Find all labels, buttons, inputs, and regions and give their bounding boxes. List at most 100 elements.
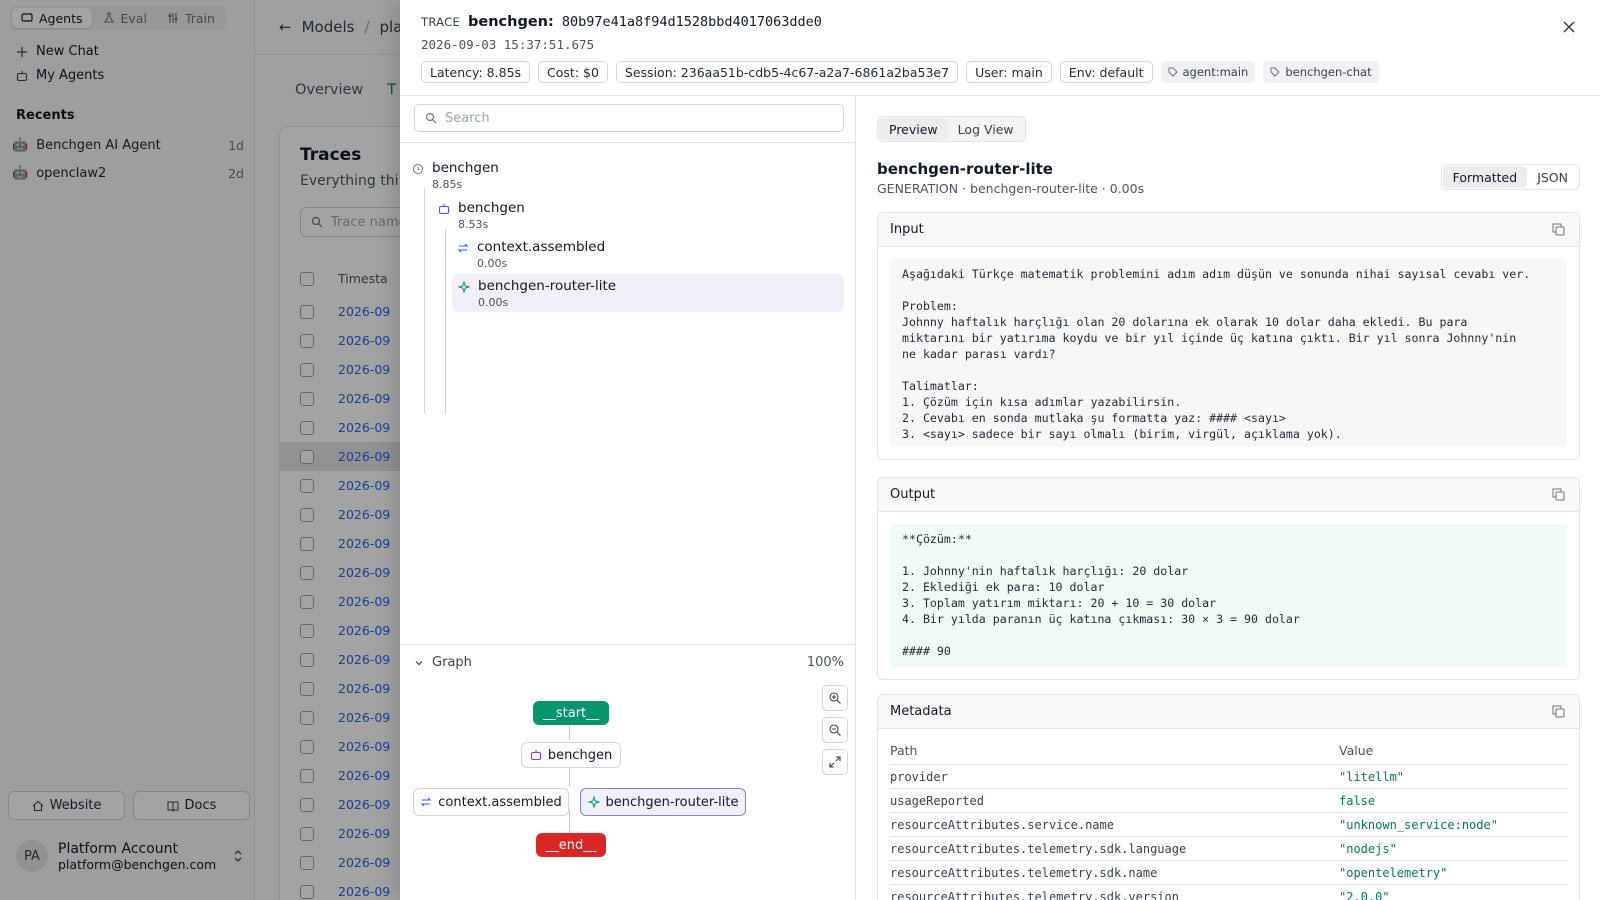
tag-label: agent:main	[1182, 65, 1249, 79]
metadata-row: resourceAttributes.telemetry.sdk.languag…	[890, 837, 1567, 861]
bot-icon	[438, 204, 450, 215]
metadata-value: "nodejs"	[1339, 842, 1397, 856]
output-panel: Output **Çözüm:** 1. Johnny'nin haftalık…	[877, 477, 1580, 680]
graph-node-label: benchgen-router-lite	[605, 794, 739, 810]
input-panel: Input Aşağıdaki Türkçe matematik problem…	[877, 212, 1580, 460]
tag-icon	[1270, 67, 1281, 77]
sparkle-icon	[587, 796, 600, 808]
node-name: context.assembled	[477, 239, 606, 255]
zoom-in-button[interactable]	[822, 685, 848, 711]
copy-icon[interactable]	[1552, 488, 1565, 501]
node-duration: 0.00s	[478, 296, 509, 309]
metadata-row: resourceAttributes.telemetry.sdk.version…	[890, 885, 1567, 900]
chevron-down-icon	[415, 660, 423, 665]
column-value: Value	[1339, 743, 1374, 758]
metadata-value: "unknown_service:node"	[1339, 818, 1498, 832]
graph-node-generation[interactable]: benchgen-router-lite	[580, 788, 746, 816]
metadata-value: "2.0.0"	[1339, 890, 1390, 900]
metadata-path: usageReported	[890, 794, 984, 808]
metadata-path: resourceAttributes.telemetry.sdk.languag…	[890, 842, 1187, 856]
metadata-path: resourceAttributes.telemetry.sdk.name	[890, 866, 1158, 880]
metadata-value: false	[1339, 794, 1376, 808]
tree-node-trace[interactable]: benchgen 8.85s	[412, 160, 499, 191]
env-chip: Env: default	[1059, 61, 1153, 83]
zoom-out-button[interactable]	[822, 717, 848, 743]
metadata-path: resourceAttributes.telemetry.sdk.version	[890, 890, 1179, 900]
metadata-row: usageReported false	[890, 789, 1567, 813]
tree-node-generation[interactable]: benchgen-router-lite 0.00s	[452, 274, 844, 312]
output-label: Output	[890, 487, 936, 502]
fit-view-button[interactable]	[822, 749, 848, 775]
node-name: benchgen	[432, 160, 499, 176]
tab-log-view[interactable]: Log View	[948, 118, 1024, 140]
copy-icon[interactable]	[1552, 705, 1565, 718]
trace-timestamp: 2026-09-03 15:37:51.675	[421, 37, 595, 52]
close-icon[interactable]	[1560, 18, 1578, 36]
tag-badge: agent:main	[1160, 61, 1256, 83]
cost-chip: Cost: $0	[538, 61, 608, 83]
observation-detail: Preview Log View benchgen-router-lite GE…	[857, 96, 1600, 900]
metadata-value: "opentelemetry"	[1339, 866, 1448, 880]
tag-label: benchgen-chat	[1285, 65, 1372, 79]
metadata-label: Metadata	[890, 704, 952, 719]
tree-node-event[interactable]: context.assembled 0.00s	[457, 239, 605, 270]
graph-label: Graph	[432, 655, 472, 670]
search-icon	[425, 112, 437, 124]
trace-drawer: TRACE benchgen: 80b97e41a8f94d1528bbd401…	[400, 0, 1600, 900]
column-path: Path	[890, 743, 918, 758]
graph-panel: Graph 100% __start__ benchgen context.as…	[400, 644, 856, 900]
zoom-level: 100%	[806, 655, 844, 670]
graph-node-label: context.assembled	[438, 794, 562, 810]
view-toggle: Preview Log View	[877, 116, 1026, 142]
graph-node-start[interactable]: __start__	[533, 701, 609, 725]
input-content: Aşağıdaki Türkçe matematik problemini ad…	[890, 259, 1567, 447]
metadata-row: resourceAttributes.service.name "unknown_…	[890, 813, 1567, 837]
tag-badge: benchgen-chat	[1263, 61, 1379, 83]
metadata-row: resourceAttributes.telemetry.sdk.name "op…	[890, 861, 1567, 885]
latency-chip: Latency: 8.85s	[421, 61, 531, 83]
graph-node-event[interactable]: context.assembled	[413, 788, 569, 816]
tag-icon	[1168, 67, 1178, 77]
node-name: benchgen-router-lite	[478, 278, 617, 294]
tree-search-placeholder: Search	[445, 110, 490, 126]
arrows-exchange-icon	[420, 797, 432, 807]
tab-preview[interactable]: Preview	[879, 118, 948, 140]
tree-node-agent[interactable]: benchgen 8.53s	[438, 200, 525, 231]
format-toggle: Formatted JSON	[1440, 164, 1580, 190]
trace-name: benchgen:	[468, 14, 554, 30]
copy-icon[interactable]	[1552, 223, 1565, 236]
trace-keyword: TRACE	[421, 15, 461, 29]
node-duration: 8.85s	[432, 178, 463, 191]
sparkle-icon	[458, 281, 470, 293]
tab-formatted[interactable]: Formatted	[1442, 166, 1528, 188]
metadata-path: provider	[890, 770, 948, 784]
observation-subtitle: GENERATION · benchgen-router-lite · 0.00…	[877, 181, 1145, 196]
graph-toggle[interactable]: Graph	[414, 655, 472, 670]
metadata-panel: Metadata Path Value provider "litellm" us…	[877, 694, 1580, 900]
graph-node-end[interactable]: __end__	[536, 833, 606, 857]
tab-json[interactable]: JSON	[1527, 166, 1578, 188]
bot-icon	[530, 750, 541, 761]
node-name: benchgen	[458, 200, 525, 216]
observation-title: benchgen-router-lite	[877, 160, 1053, 178]
trace-id: 80b97e41a8f94d1528bbd4017063dde0	[561, 14, 822, 30]
user-chip[interactable]: User: main	[966, 61, 1052, 83]
zoom-in-icon	[829, 692, 841, 704]
expand-icon	[829, 756, 841, 768]
trace-tree-pane: Search benchgen 8.85s benchgen 8.53s conte…	[400, 96, 856, 900]
metadata-row: provider "litellm"	[890, 765, 1567, 789]
session-chip[interactable]: Session: 236aa51b-cdb5-4c67-a2a7-6861a2b…	[615, 61, 959, 83]
metadata-table-header: Path Value	[890, 737, 1567, 765]
tree-search-input[interactable]: Search	[414, 104, 844, 132]
node-duration: 0.00s	[477, 257, 508, 270]
node-duration: 8.53s	[458, 218, 489, 231]
arrows-exchange-icon	[457, 243, 469, 253]
graph-node-label: benchgen	[547, 747, 613, 763]
metadata-path: resourceAttributes.service.name	[890, 818, 1114, 832]
zoom-out-icon	[829, 724, 841, 736]
graph-node-agent[interactable]: benchgen	[521, 742, 621, 768]
modal-backdrop[interactable]	[0, 0, 400, 900]
trace-icon	[413, 164, 423, 174]
input-label: Input	[890, 222, 924, 237]
output-content: **Çözüm:** 1. Johnny'nin haftalık harçlı…	[890, 524, 1567, 667]
